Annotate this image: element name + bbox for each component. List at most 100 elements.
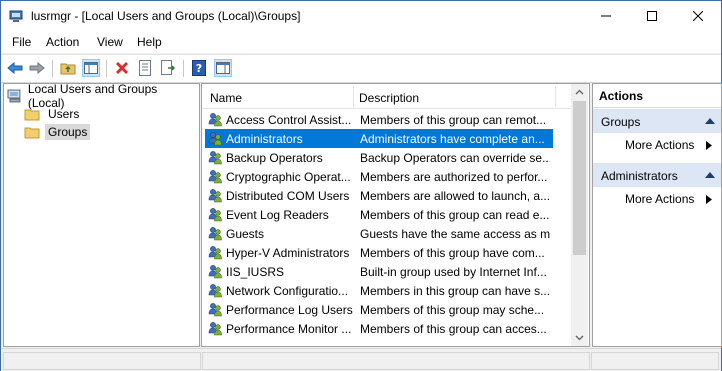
close-button[interactable] [675,1,721,31]
tree-item-groups-label: Groups [45,124,91,140]
svg-text:?: ? [196,62,202,75]
group-icon [208,302,223,317]
tree-item-users-label: Users [48,107,80,121]
group-row[interactable]: IIS_IUSRS Built-in group used by Internet… [205,262,553,281]
group-name: Distributed COM Users [226,189,350,203]
group-icon [208,131,223,146]
group-name: Backup Operators [226,151,323,165]
collapse-up-icon[interactable] [705,171,715,179]
group-name: Administrators [226,132,303,146]
scroll-up-arrow-icon[interactable] [571,84,588,101]
group-name: Cryptographic Operat... [226,170,351,184]
actions-section-administrators[interactable]: Administrators [593,163,721,187]
tree-root-node[interactable]: Local Users and Groups (Local) [7,82,199,110]
properties-button[interactable] [136,59,154,77]
up-one-level-button[interactable] [59,59,77,77]
folder-icon [24,109,40,120]
scrollbar-thumb[interactable] [573,101,586,255]
group-icon [208,245,223,260]
scroll-down-arrow-icon[interactable] [571,329,588,346]
group-description: Guests have the same access as m... [360,227,550,241]
menu-action[interactable]: Action [46,35,79,49]
group-row[interactable]: Guests Guests have the same access as m..… [205,224,553,243]
show-hide-tree-button[interactable] [82,59,100,77]
groups-more-actions-label: More Actions [625,138,695,152]
group-description: Members of this group can remot... [360,113,547,127]
app-window: lusrmgr - [Local Users and Groups (Local… [0,0,722,371]
close-icon [693,11,703,21]
group-name: Event Log Readers [226,208,329,222]
maximize-button[interactable] [629,1,675,31]
actions-title: Actions [593,84,721,108]
export-list-button[interactable] [159,59,177,77]
group-row[interactable]: Cryptographic Operat... Members are autho… [205,167,553,186]
column-divider[interactable] [353,86,354,107]
toolbar: ? [1,54,721,83]
group-description: Built-in group used by Internet Inf... [360,265,547,279]
column-header-description[interactable]: Description [359,91,419,105]
groups-more-actions[interactable]: More Actions [593,134,721,156]
status-bar [1,348,721,371]
group-icon [208,188,223,203]
help-button[interactable]: ? [190,59,208,77]
console-tree: Local Users and Groups (Local) Users Gro… [3,82,200,347]
group-row[interactable]: Administrators Administrators have comple… [205,129,553,148]
actions-section-groups[interactable]: Groups [593,109,721,133]
group-row[interactable]: Event Log Readers Members of this group c… [205,205,553,224]
status-segment [591,352,719,370]
vertical-scrollbar[interactable] [571,84,588,346]
back-button[interactable] [6,59,24,77]
menu-help[interactable]: Help [137,35,162,49]
toolbar-separator [52,60,53,77]
maximize-icon [647,11,657,21]
submenu-arrow-icon [706,195,712,204]
group-row[interactable]: Network Configuratio... Members in this g… [205,281,553,300]
group-row[interactable]: Hyper-V Administrators Members of this gr… [205,243,553,262]
show-hide-action-pane-icon [216,62,230,74]
column-header-name[interactable]: Name [210,91,242,105]
group-name: Guests [226,227,265,241]
group-description: Backup Operators can override se... [360,151,550,165]
group-name: Network Configuratio... [226,284,349,298]
collapse-up-icon[interactable] [705,117,715,125]
menu-file[interactable]: File [12,35,31,49]
group-description: Members of this group can read e... [360,208,550,222]
submenu-arrow-icon [706,141,712,150]
folder-icon [24,127,40,138]
delete-button[interactable] [113,59,131,77]
administrators-more-actions[interactable]: More Actions [593,188,721,210]
window-title: lusrmgr - [Local Users and Groups (Local… [31,9,301,23]
group-description: Members of this group have com... [360,246,545,260]
group-icon [208,169,223,184]
tree-item-groups[interactable]: Groups [24,123,91,141]
tree-item-users[interactable]: Users [24,105,82,123]
group-icon [208,264,223,279]
group-row[interactable]: Access Control Assist... Members of this … [205,110,553,129]
computer-management-icon [9,9,23,23]
group-row[interactable]: Performance Monitor ... Members of this g… [205,319,553,338]
group-row[interactable]: Distributed COM Users Members are allowed… [205,186,553,205]
group-icon [208,226,223,241]
minimize-button[interactable] [583,1,629,31]
group-description: Administrators have complete an... [360,132,545,146]
group-row[interactable]: Backup Operators Backup Operators can ove… [205,148,553,167]
group-icon [208,150,223,165]
group-name: Hyper-V Administrators [226,246,350,260]
group-description: Members in this group can have s... [360,284,550,298]
forward-button[interactable] [28,59,46,77]
menu-view[interactable]: View [97,35,123,49]
actions-section-groups-label: Groups [601,115,641,129]
group-name: Access Control Assist... [226,113,352,127]
actions-title-label: Actions [599,89,644,103]
actions-pane: Actions Groups More Actions Administrato… [592,83,722,347]
status-segment [3,352,201,370]
toolbar-separator [106,60,107,77]
group-icon [208,321,223,336]
show-hide-action-pane-button[interactable] [214,59,232,77]
column-divider[interactable] [555,86,556,107]
group-row[interactable]: Performance Log Users Members of this gro… [205,300,553,319]
group-icon [208,112,223,127]
actions-section-administrators-label: Administrators [601,169,678,183]
group-description: Members are authorized to perfor... [360,170,548,184]
up-folder-icon [60,63,76,75]
